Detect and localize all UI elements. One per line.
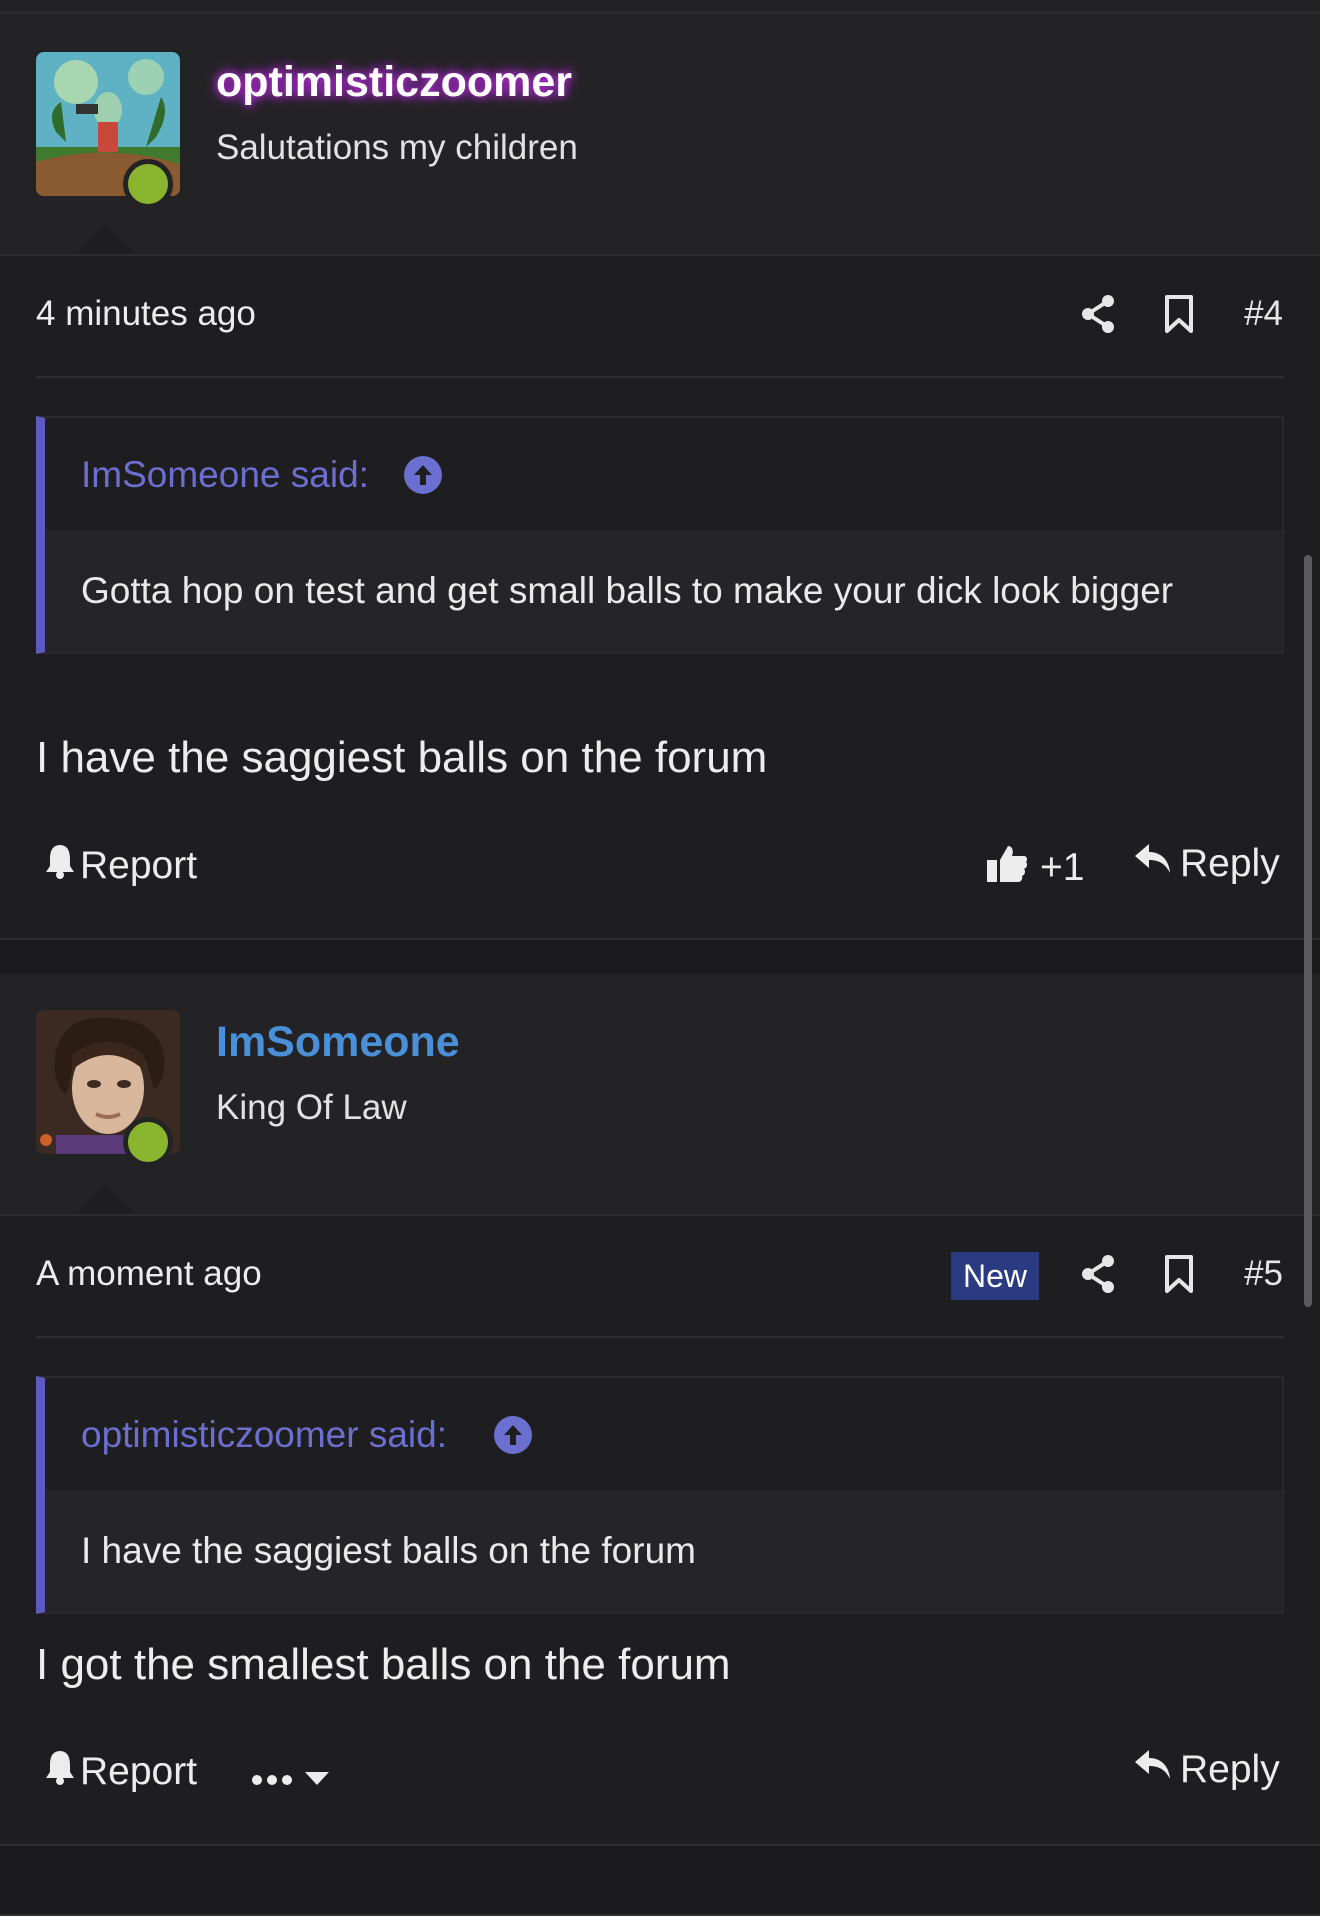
report-button[interactable]: Report — [44, 1748, 197, 1796]
share-icon[interactable] — [1080, 1254, 1116, 1299]
quote-header: optimisticzoomer said: — [45, 1378, 1282, 1490]
reply-label: Reply — [1180, 842, 1280, 885]
quote-text: I have the saggiest balls on the forum — [45, 1490, 1282, 1612]
username[interactable]: optimisticzoomer — [216, 58, 572, 107]
post-timestamp[interactable]: 4 minutes ago — [36, 294, 256, 334]
share-icon[interactable] — [1080, 294, 1116, 339]
new-badge: New — [951, 1252, 1040, 1300]
report-label: Report — [80, 844, 198, 887]
quote-text: Gotta hop on test and get small balls to… — [45, 530, 1282, 652]
post-divider — [0, 938, 1320, 978]
meta-separator — [36, 1336, 1284, 1338]
online-status-indicator — [123, 1117, 173, 1167]
more-options-icon — [252, 1752, 292, 1796]
username[interactable]: ImSomeone — [216, 1018, 460, 1067]
quote-block: ImSomeone said: Gotta hop on test and ge… — [36, 416, 1284, 654]
more-options-button[interactable] — [252, 1752, 330, 1796]
quote-header: ImSomeone said: — [45, 418, 1282, 530]
post-message: I have the saggiest balls on the forum — [36, 733, 768, 782]
report-label: Report — [80, 1750, 198, 1793]
user-title: Salutations my children — [216, 128, 578, 167]
quote-author[interactable]: optimisticzoomer said: — [81, 1414, 447, 1456]
bookmark-icon[interactable] — [1164, 294, 1194, 339]
user-block-pointer — [76, 1184, 136, 1214]
caret-down-icon — [304, 1752, 330, 1796]
meta-separator — [36, 376, 1284, 378]
post-number[interactable]: #5 — [1244, 1254, 1283, 1294]
bell-icon — [44, 842, 76, 890]
arrow-up-circle-icon[interactable] — [404, 456, 442, 499]
bookmark-icon[interactable] — [1164, 1254, 1194, 1299]
post-message: I got the smallest balls on the forum — [36, 1640, 731, 1689]
post-meta-row: A moment ago New #5 — [0, 1216, 1320, 1338]
post-timestamp[interactable]: A moment ago — [36, 1254, 262, 1294]
reply-button[interactable]: Reply — [1134, 842, 1280, 886]
bell-icon — [44, 1748, 76, 1796]
online-status-indicator — [123, 159, 173, 209]
like-button[interactable]: +1 — [986, 842, 1084, 894]
reply-label: Reply — [1180, 1748, 1280, 1791]
quote-author[interactable]: ImSomeone said: — [81, 454, 369, 496]
post-divider — [0, 1844, 1320, 1916]
post-number[interactable]: #4 — [1244, 294, 1283, 334]
arrow-up-circle-icon[interactable] — [494, 1416, 532, 1459]
post-user-block: optimisticzoomer Salutations my children — [0, 14, 1320, 256]
user-title: King Of Law — [216, 1088, 407, 1127]
reply-icon — [1134, 842, 1172, 886]
post-user-block: ImSomeone King Of Law — [0, 974, 1320, 1216]
user-block-pointer — [76, 224, 136, 254]
reaction-count[interactable]: +1 — [1040, 846, 1084, 890]
report-button[interactable]: Report — [44, 842, 197, 890]
post-meta-row: 4 minutes ago #4 — [0, 256, 1320, 378]
thumbs-up-icon — [986, 842, 1028, 894]
quote-block: optimisticzoomer said: I have the saggie… — [36, 1376, 1284, 1614]
scrollbar[interactable] — [1304, 555, 1312, 1307]
reply-button[interactable]: Reply — [1134, 1748, 1280, 1792]
reply-icon — [1134, 1748, 1172, 1792]
top-border — [0, 0, 1320, 14]
